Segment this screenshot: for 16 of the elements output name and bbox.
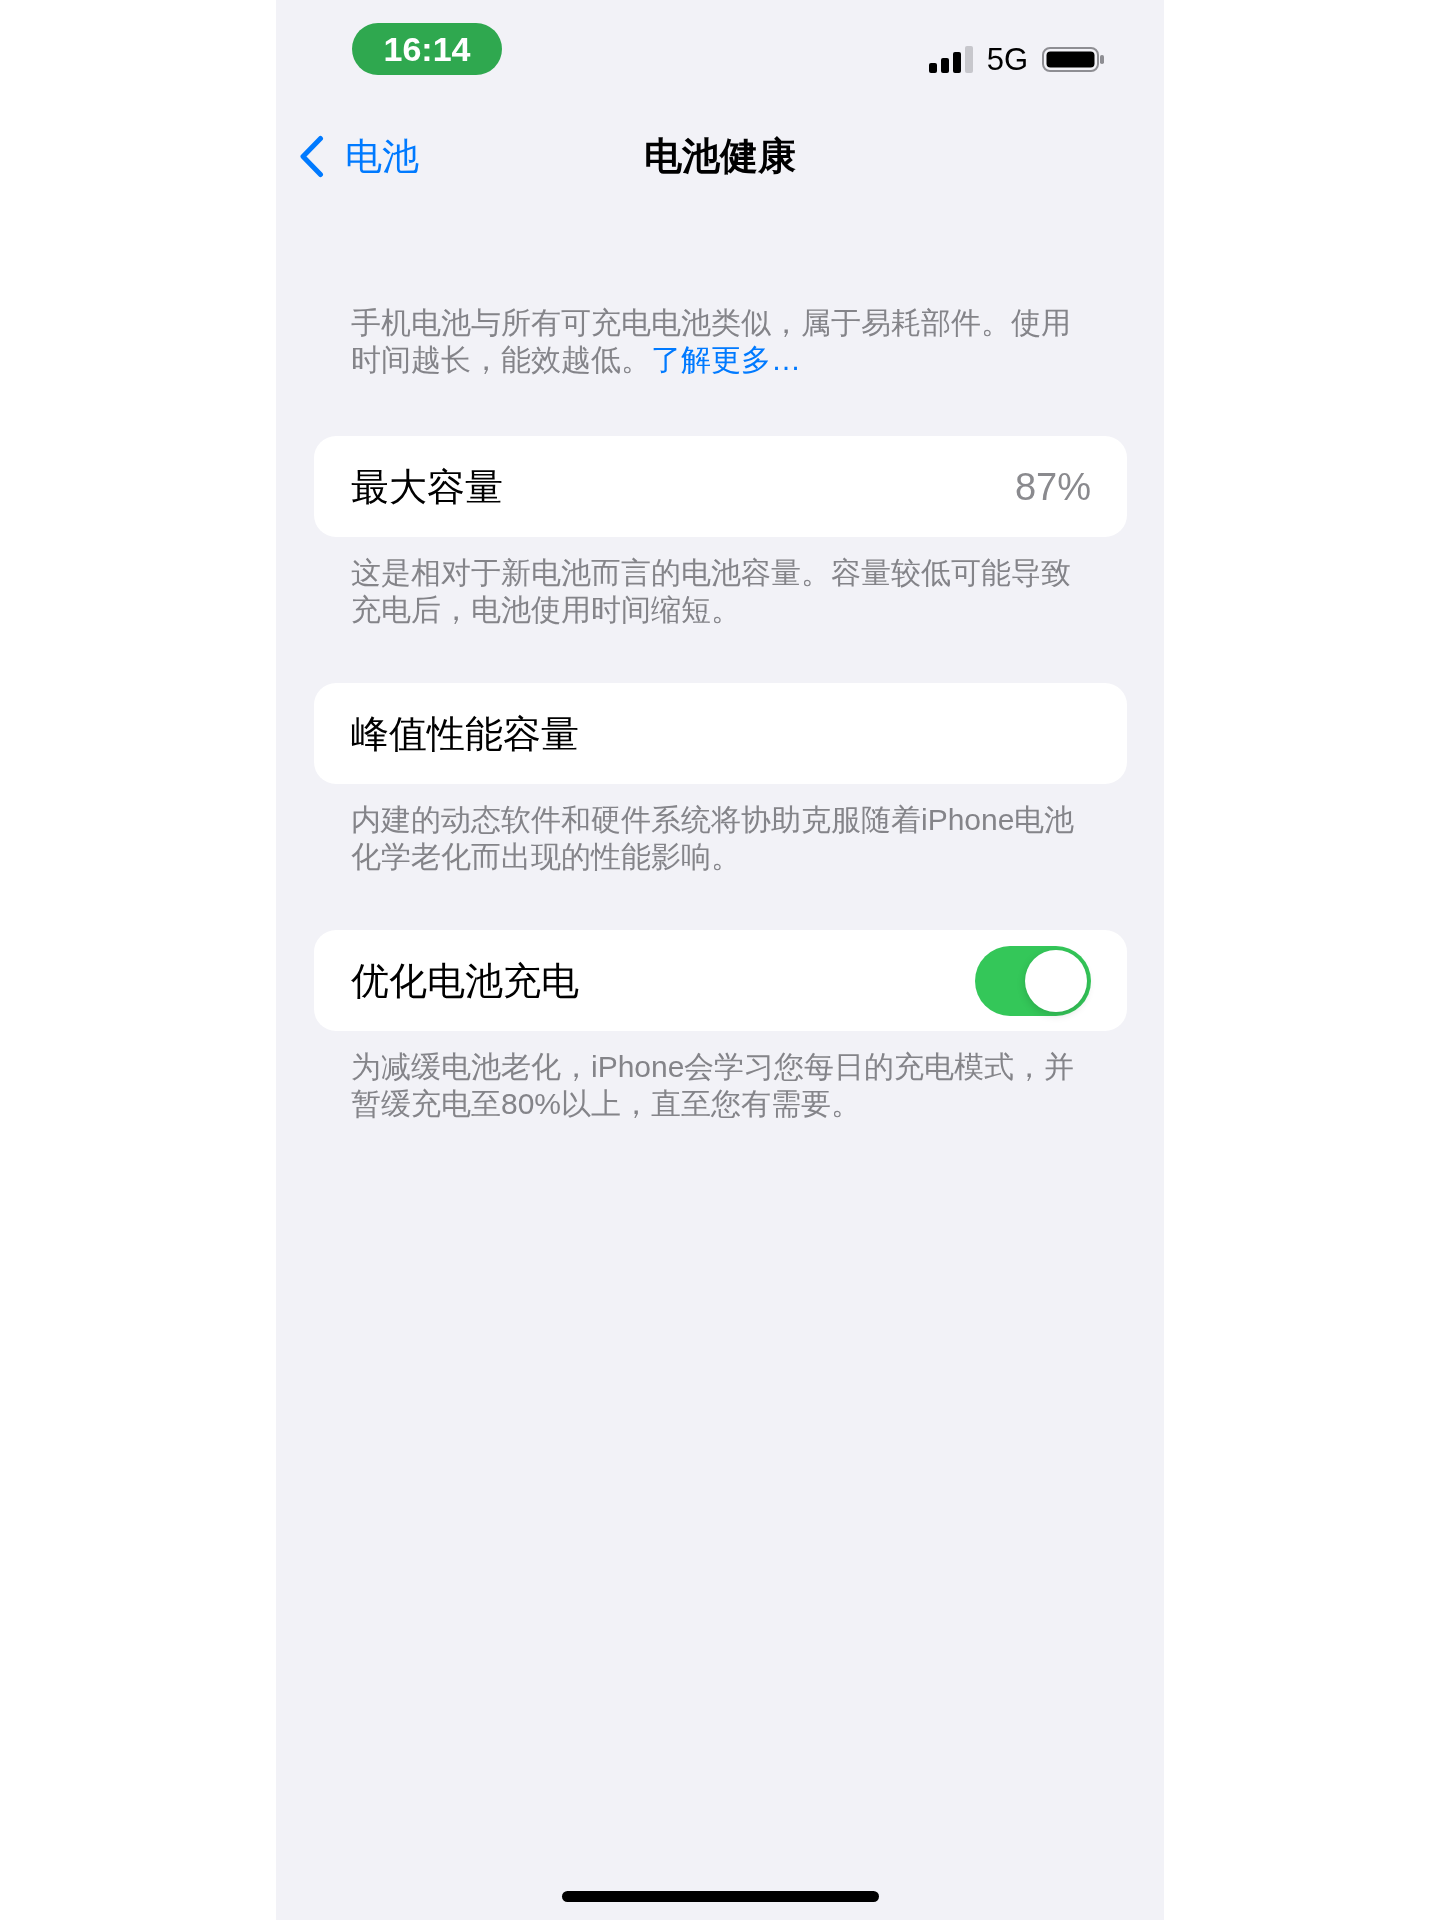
row-label: 优化电池充电 [351, 961, 579, 1000]
page-title: 电池健康 [644, 137, 796, 175]
row-label: 峰值性能容量 [351, 714, 579, 753]
row-value: 87% [1014, 467, 1091, 506]
footer-text: 这是相对于新电池而言的电池容量。容量较低可能导致充电后，电池使用时间缩短。 [350, 555, 1072, 628]
time-pill: 16:14 [352, 23, 502, 75]
back-button[interactable]: 电池 [299, 134, 419, 178]
chevron-left-icon [299, 134, 324, 178]
row-label: 最大容量 [351, 467, 503, 506]
signal-icon [928, 46, 973, 73]
footer-text: 为减缓电池老化，iPhone会学习您每日的充电模式，并暂缓充电至80%以上，直至您有需要。 [350, 1049, 1076, 1122]
intro-text: 手机电池与所有可充电电池类似，属于易耗部件。使用时间越长，能效越低。了解更多… [350, 305, 1072, 378]
learn-more-link[interactable]: 了解更多… [651, 342, 801, 376]
network-label: 5G [986, 44, 1028, 75]
battery-icon [1042, 47, 1104, 72]
footer-text: 内建的动态软件和硬件系统将协助克服随着iPhone电池化学老化而出现的性能影响。 [350, 802, 1076, 875]
